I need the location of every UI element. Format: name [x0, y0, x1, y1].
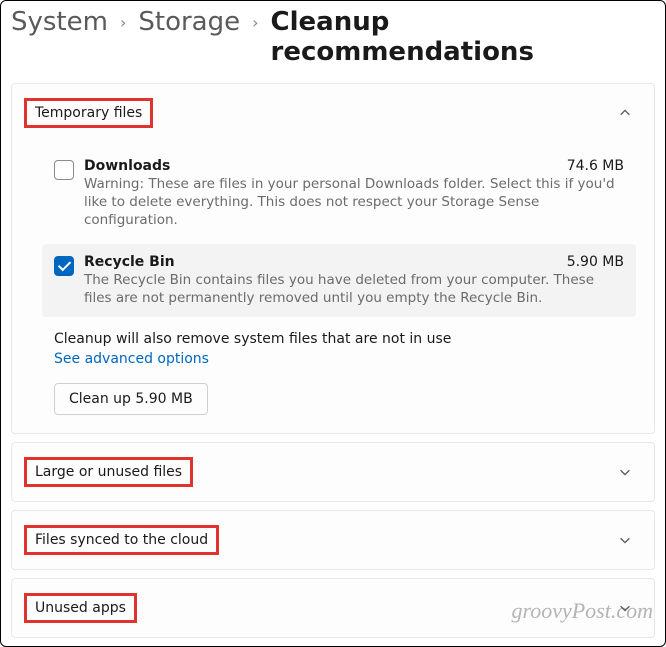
section-title: Temporary files [35, 105, 142, 121]
section-body-temporary-files: Downloads 74.6 MB Warning: These are fil… [12, 142, 654, 433]
item-title: Downloads [84, 158, 170, 174]
checkbox-downloads[interactable] [54, 160, 74, 180]
chevron-right-icon: › [252, 13, 258, 32]
highlight-unused-apps: Unused apps [24, 593, 137, 623]
settings-window: System › Storage › Cleanup recommendatio… [0, 0, 666, 647]
checkbox-recycle-bin[interactable] [54, 256, 74, 276]
item-description: The Recycle Bin contains files you have … [84, 271, 624, 307]
chevron-down-icon [618, 601, 632, 615]
section-header-large-unused-files[interactable]: Large or unused files [12, 443, 654, 501]
item-size: 74.6 MB [567, 158, 624, 174]
highlight-temporary-files: Temporary files [24, 98, 153, 128]
item-size: 5.90 MB [567, 254, 624, 270]
section-header-temporary-files[interactable]: Temporary files [12, 84, 654, 142]
page-title: Cleanup recommendations [271, 7, 655, 67]
section-title: Files synced to the cloud [35, 532, 208, 548]
breadcrumb-system[interactable]: System [11, 7, 108, 37]
see-advanced-options-link[interactable]: See advanced options [54, 351, 209, 367]
item-title: Recycle Bin [84, 254, 175, 270]
section-files-synced-cloud: Files synced to the cloud [11, 510, 655, 570]
chevron-down-icon [618, 533, 632, 547]
section-unused-apps: Unused apps [11, 578, 655, 638]
cleanup-note: Cleanup will also remove system files th… [54, 331, 636, 347]
cleanup-button[interactable]: Clean up 5.90 MB [54, 383, 208, 415]
chevron-right-icon: › [120, 13, 126, 32]
cleanup-item-recycle-bin: Recycle Bin 5.90 MB The Recycle Bin cont… [42, 244, 636, 317]
section-header-unused-apps[interactable]: Unused apps [12, 579, 654, 637]
section-title: Unused apps [35, 600, 126, 616]
section-large-unused-files: Large or unused files [11, 442, 655, 502]
item-description: Warning: These are files in your persona… [84, 175, 624, 230]
highlight-files-synced-cloud: Files synced to the cloud [24, 525, 219, 555]
chevron-up-icon [618, 106, 632, 120]
breadcrumb-storage[interactable]: Storage [138, 7, 240, 37]
breadcrumb: System › Storage › Cleanup recommendatio… [11, 7, 655, 67]
chevron-down-icon [618, 465, 632, 479]
cleanup-item-downloads: Downloads 74.6 MB Warning: These are fil… [42, 148, 636, 240]
section-temporary-files: Temporary files Downloads 74.6 MB Warnin… [11, 83, 655, 434]
section-title: Large or unused files [35, 464, 182, 480]
section-header-files-synced-cloud[interactable]: Files synced to the cloud [12, 511, 654, 569]
highlight-large-unused-files: Large or unused files [24, 457, 193, 487]
